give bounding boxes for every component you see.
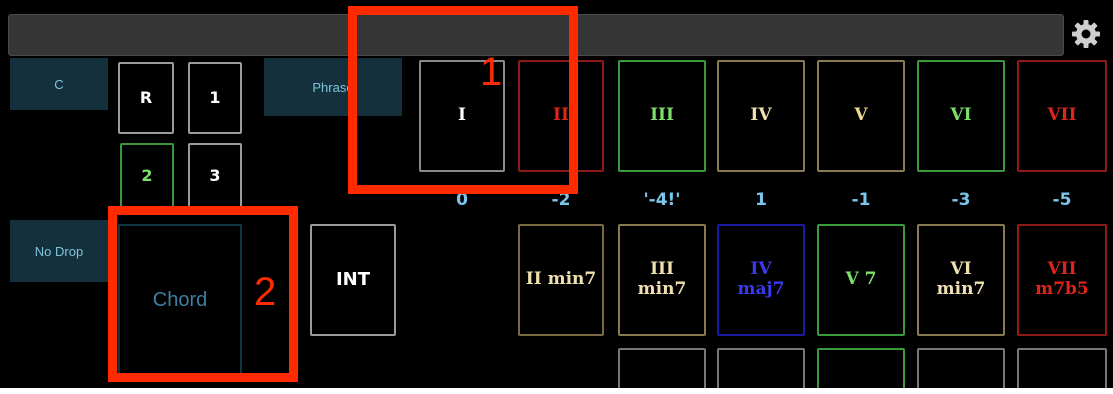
annotation-number-1: 1 [480,50,503,94]
chord-pad[interactable]: Chord [118,224,242,376]
chord-VI-min7-button[interactable]: VI min7 [917,224,1005,336]
degree-label: II [553,105,569,126]
row3-button[interactable] [917,348,1005,388]
row3-button[interactable] [717,348,805,388]
offset-value: 0 [456,190,468,210]
chord-line2: maj7 [737,279,785,299]
degree-label: VII [1047,105,1077,126]
inversion-label: 1 [209,87,221,107]
key-selector[interactable]: C [10,58,108,110]
offset-value: '-4!' [643,190,681,210]
chord-line2: min7 [637,279,687,299]
chord-line1: III [650,259,674,280]
chord-line2: m7b5 [1035,279,1089,299]
settings-button[interactable] [1066,14,1106,54]
inversion-label: 2 [141,165,153,185]
inversion-root-button[interactable]: R [118,62,174,134]
key-label: C [54,76,64,92]
top-bar[interactable] [8,14,1064,56]
degree-label: IV [750,105,772,126]
degree-label: V [854,105,868,126]
int-button[interactable]: INT [310,224,396,336]
degree-label: III [650,105,674,126]
phrase-label: Phrase [312,79,354,95]
chord-line2: min7 [936,279,986,299]
chord-line1: V 7 [845,269,877,290]
degree-V-button[interactable]: V [817,60,905,172]
drop-selector[interactable]: No Drop [10,220,108,282]
drop-label: No Drop [34,243,84,259]
chord-line1: IV [750,259,772,280]
inversion-1-button[interactable]: 1 [188,62,242,134]
offset-value: 1 [755,190,767,210]
offset-value: -3 [951,190,971,210]
phrase-button[interactable]: Phrase [264,58,402,116]
row3-button[interactable] [817,348,905,388]
chord-IV-maj7-button[interactable]: IV maj7 [717,224,805,336]
degree-label: VI [950,105,972,126]
gear-icon [1072,20,1100,48]
row3-button[interactable] [618,348,706,388]
offset-value: -2 [551,190,571,210]
chord-II-min7-button[interactable]: II min7 [518,224,604,336]
degree-II-button[interactable]: II [518,60,604,172]
chord-V7-button[interactable]: V 7 [817,224,905,336]
inversion-label: R [139,87,153,107]
degree-IV-button[interactable]: IV [717,60,805,172]
offset-value: -1 [851,190,871,210]
chord-line1: II min7 [525,269,597,290]
degree-VI-button[interactable]: VI [917,60,1005,172]
row3-button[interactable] [1017,348,1107,388]
degree-VII-button[interactable]: VII [1017,60,1107,172]
chord-III-min7-button[interactable]: III min7 [618,224,706,336]
degree-label: I [458,105,466,126]
int-label: INT [335,268,371,290]
app-window: C Phrase No Drop R 1 2 3 Chord INT I II … [0,0,1113,388]
degree-III-button[interactable]: III [618,60,706,172]
chord-VII-m7b5-button[interactable]: VII m7b5 [1017,224,1107,336]
chord-line1: VII [1047,259,1077,280]
inversion-label: 3 [209,165,221,185]
offset-value: -5 [1052,190,1072,210]
inversion-2-button[interactable]: 2 [120,143,174,209]
annotation-number-2: 2 [254,270,277,314]
inversion-3-button[interactable]: 3 [188,143,242,209]
chord-pad-label: Chord [152,288,208,311]
chord-line1: VI [950,259,972,280]
